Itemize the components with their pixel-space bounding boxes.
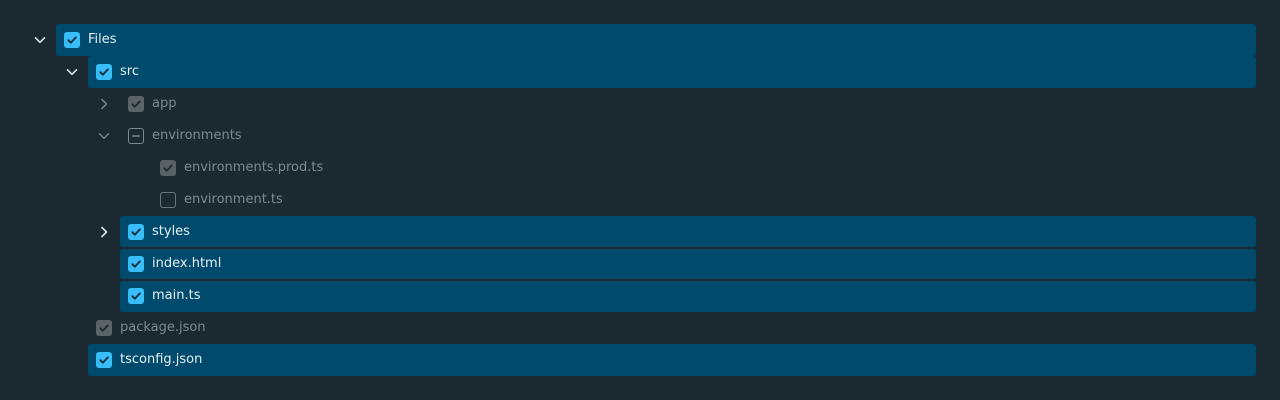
chevron-right-icon[interactable] [94,222,114,242]
chevron-down-icon[interactable] [62,62,82,82]
checkbox[interactable] [160,192,176,208]
checkbox[interactable] [128,288,144,304]
node-label: environments.prod.ts [184,160,324,175]
selection-highlight [120,216,1256,247]
node-label: environment.ts [184,192,283,207]
tree-node-files[interactable]: Files [0,24,1280,56]
node-label: styles [152,224,190,239]
file-tree: Files src app environments environments.… [0,24,1280,376]
tree-node-main-ts[interactable]: main.ts [0,280,1280,312]
selection-highlight [56,24,1256,56]
node-label: package.json [120,320,206,335]
node-label: environments [152,128,242,143]
node-label: app [152,96,177,111]
checkbox[interactable] [128,256,144,272]
chevron-right-icon[interactable] [94,94,114,114]
check-icon [131,100,141,108]
check-icon [163,164,173,172]
node-label: tsconfig.json [120,352,203,367]
tree-node-package-json[interactable]: package.json [0,312,1280,344]
tree-node-environments-prod-ts[interactable]: environments.prod.ts [0,152,1280,184]
tree-node-environment-ts[interactable]: environment.ts [0,184,1280,216]
selection-highlight [88,344,1256,376]
tree-node-environments[interactable]: environments [0,120,1280,152]
selection-highlight [120,281,1256,312]
tree-node-tsconfig-json[interactable]: tsconfig.json [0,344,1280,376]
chevron-down-icon[interactable] [94,126,114,146]
checkbox[interactable] [96,352,112,368]
checkbox[interactable] [128,224,144,240]
checkbox[interactable] [96,320,112,336]
tree-node-styles[interactable]: styles [0,216,1280,248]
node-label: index.html [152,256,222,271]
check-icon [131,228,141,236]
check-icon [99,324,109,332]
checkbox[interactable] [128,128,144,144]
checkbox[interactable] [128,96,144,112]
minus-icon [132,135,140,137]
tree-node-src[interactable]: src [0,56,1280,88]
node-label: main.ts [152,288,201,303]
tree-node-app[interactable]: app [0,88,1280,120]
selection-highlight [120,249,1256,279]
check-icon [99,356,109,364]
check-icon [99,68,109,76]
check-icon [131,292,141,300]
checkbox[interactable] [160,160,176,176]
chevron-down-icon[interactable] [30,30,50,50]
checkbox[interactable] [64,32,80,48]
selection-highlight [88,56,1256,88]
check-icon [131,260,141,268]
node-label: src [120,64,139,79]
tree-node-index-html[interactable]: index.html [0,248,1280,280]
check-icon [67,36,77,44]
checkbox[interactable] [96,64,112,80]
node-label: Files [88,32,117,47]
